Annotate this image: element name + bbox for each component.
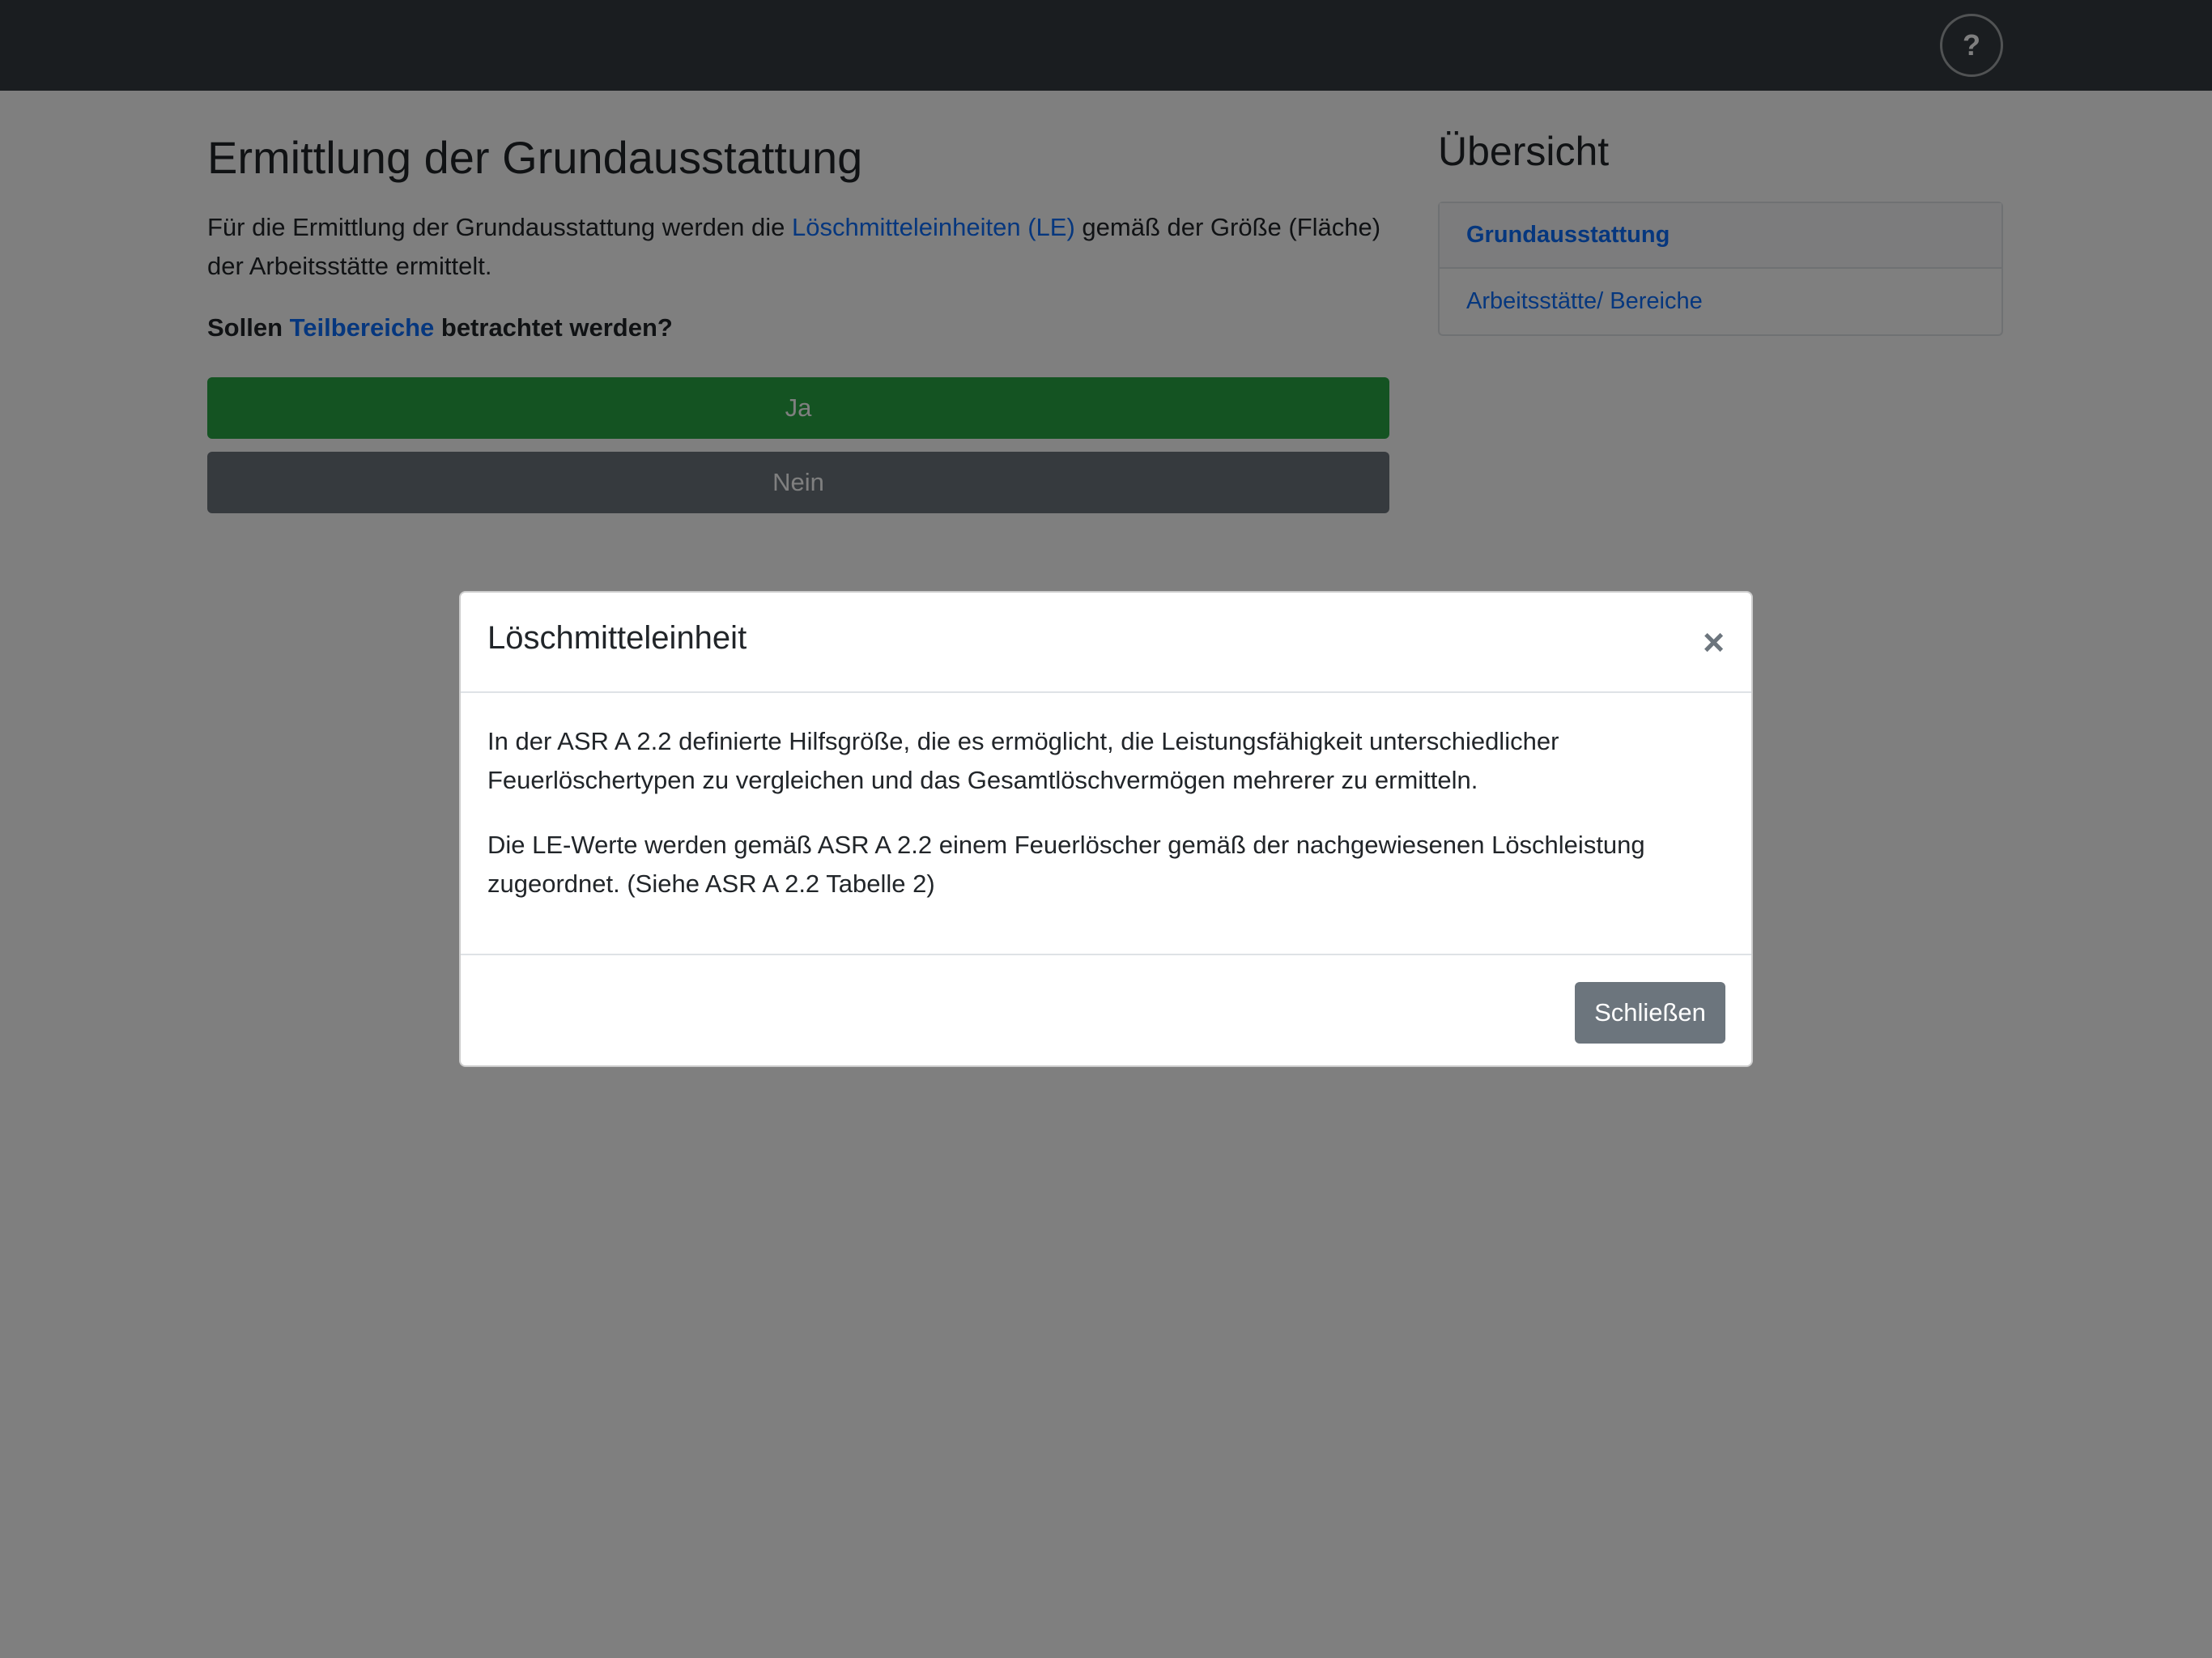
modal-title: Löschmitteleinheit bbox=[487, 620, 747, 656]
modal-body: In der ASR A 2.2 definierte Hilfsgröße, … bbox=[487, 722, 1726, 903]
modal-header: Löschmitteleinheit × bbox=[461, 593, 1751, 693]
modal-footer: Schließen bbox=[461, 954, 1751, 1067]
modal-paragraph-le-values: Die LE-Werte werden gemäß ASR A 2.2 eine… bbox=[487, 831, 1645, 898]
modal-paragraph-definition: In der ASR A 2.2 definierte Hilfsgröße, … bbox=[487, 727, 1559, 794]
close-button[interactable]: Schließen bbox=[1575, 982, 1725, 1044]
info-modal: Löschmitteleinheit × In der ASR A 2.2 de… bbox=[459, 591, 1753, 1067]
close-icon[interactable]: × bbox=[1703, 623, 1725, 661]
